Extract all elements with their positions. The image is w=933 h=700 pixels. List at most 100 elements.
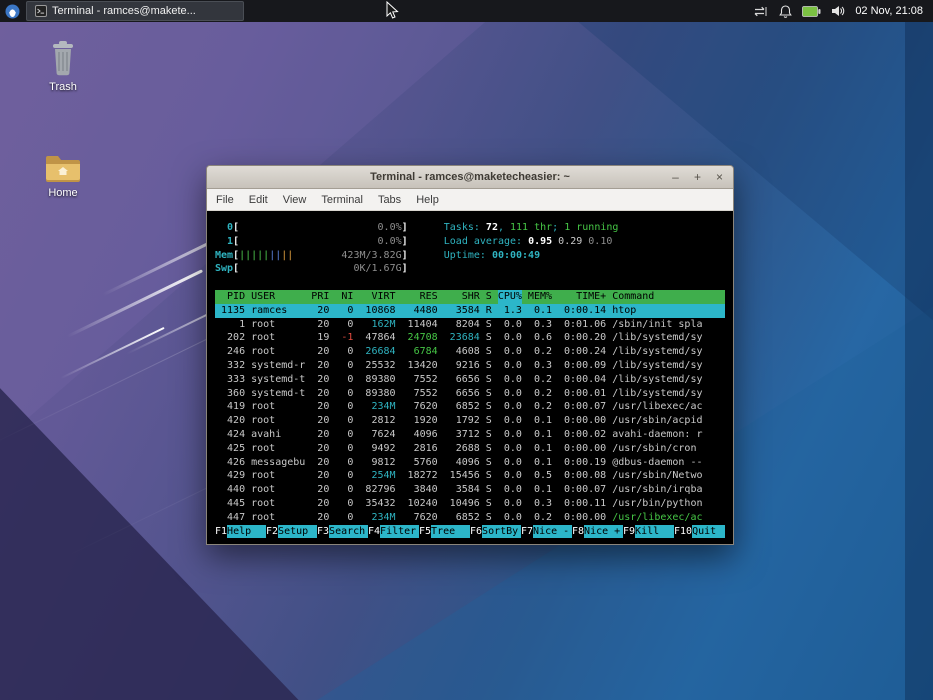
process-row[interactable]: 447root200234M76206852S0.00.20:00.00/usr… bbox=[215, 511, 725, 525]
cell-state: S bbox=[486, 400, 492, 414]
layout-switcher-icon[interactable] bbox=[754, 6, 769, 17]
process-row[interactable]: 1root200162M114048204S0.00.30:01.06/sbin… bbox=[215, 318, 725, 332]
maximize-button[interactable]: + bbox=[691, 171, 704, 184]
fkey-f4[interactable]: F4Filter bbox=[368, 525, 419, 539]
column-pid[interactable]: PID bbox=[215, 290, 245, 304]
menu-tabs[interactable]: Tabs bbox=[378, 194, 401, 206]
cell-pri: 20 bbox=[311, 428, 329, 442]
fkey-f8[interactable]: F8Nice + bbox=[572, 525, 623, 539]
cell-command: /usr/sbin/irqba bbox=[612, 483, 725, 497]
process-row[interactable]: 360systemd-t2008938075526656S0.00.20:00.… bbox=[215, 387, 725, 401]
process-row[interactable]: 426messagebu200981257604096S0.00.10:00.1… bbox=[215, 456, 725, 470]
fkey-f1[interactable]: F1Help bbox=[215, 525, 266, 539]
close-button[interactable]: × bbox=[713, 171, 726, 184]
process-row[interactable]: 332systemd-r20025532134209216S0.00.30:00… bbox=[215, 359, 725, 373]
column-user[interactable]: USER bbox=[251, 290, 305, 304]
fkey-action: Nice - bbox=[533, 525, 572, 539]
process-row[interactable]: 202root19-1478642470823684S0.00.60:00.20… bbox=[215, 331, 725, 345]
column-time[interactable]: TIME+ bbox=[558, 290, 606, 304]
system-tray: 02 Nov, 21:08 bbox=[754, 5, 933, 18]
cell-user: root bbox=[251, 345, 305, 359]
cpu1-value: 0.0% bbox=[378, 235, 402, 249]
process-row[interactable]: 333systemd-t2008938075526656S0.00.20:00.… bbox=[215, 373, 725, 387]
cell-ni: 0 bbox=[335, 511, 353, 525]
cell-res: 7552 bbox=[402, 387, 438, 401]
menu-help[interactable]: Help bbox=[416, 194, 439, 206]
process-row[interactable]: 246root2002668467844608S0.00.20:00.24/li… bbox=[215, 345, 725, 359]
cell-state: S bbox=[486, 428, 492, 442]
menu-terminal[interactable]: Terminal bbox=[321, 194, 363, 206]
applications-menu-button[interactable] bbox=[0, 0, 24, 22]
window-titlebar[interactable]: Terminal - ramces@maketecheasier: ~ – + … bbox=[207, 166, 733, 189]
column-ni[interactable]: NI bbox=[335, 290, 353, 304]
mem-bar-marks: ||||||||| bbox=[239, 249, 293, 263]
menu-file[interactable]: File bbox=[216, 194, 234, 206]
cell-user: root bbox=[251, 400, 305, 414]
fkey-f7[interactable]: F7Nice - bbox=[521, 525, 572, 539]
cell-ni: 0 bbox=[335, 387, 353, 401]
fkey-f3[interactable]: F3Search bbox=[317, 525, 368, 539]
fkey-f9[interactable]: F9Kill bbox=[623, 525, 674, 539]
fkey-action: Kill bbox=[635, 525, 674, 539]
column-s[interactable]: S bbox=[486, 290, 492, 304]
taskbar-window-button[interactable]: Terminal - ramces@makete... bbox=[26, 1, 244, 21]
process-row[interactable]: 425root200949228162688S0.00.10:00.00/usr… bbox=[215, 442, 725, 456]
fkey-f6[interactable]: F6SortBy bbox=[470, 525, 521, 539]
fkey-action: Nice + bbox=[584, 525, 623, 539]
column-command[interactable]: Command bbox=[612, 290, 725, 304]
menu-edit[interactable]: Edit bbox=[249, 194, 268, 206]
fkey-f2[interactable]: F2Setup bbox=[266, 525, 317, 539]
column-pri[interactable]: PRI bbox=[311, 290, 329, 304]
minimize-button[interactable]: – bbox=[669, 171, 682, 184]
text-segment: 111 thr bbox=[510, 222, 552, 233]
cell-time: 0:00.00 bbox=[558, 442, 606, 456]
swp-value: 0K/1.67G bbox=[353, 262, 401, 276]
column-cpu[interactable]: CPU% bbox=[498, 290, 522, 304]
process-row[interactable]: 445root200354321024010496S0.00.30:00.11/… bbox=[215, 497, 725, 511]
meter-mark: || bbox=[281, 250, 293, 261]
fkey-f10[interactable]: F10Quit bbox=[674, 525, 725, 539]
process-row[interactable]: 440root2008279638403584S0.00.10:00.07/us… bbox=[215, 483, 725, 497]
cell-cpu: 0.0 bbox=[498, 359, 522, 373]
cell-shr: 4608 bbox=[444, 345, 480, 359]
fkey-f5[interactable]: F5Tree bbox=[419, 525, 470, 539]
cell-command: /usr/sbin/Netwo bbox=[612, 469, 725, 483]
notification-bell-icon[interactable] bbox=[779, 5, 792, 18]
cell-pri: 20 bbox=[311, 400, 329, 414]
process-row[interactable]: 1135ramces2001086844803584R1.30.10:00.14… bbox=[215, 304, 725, 318]
process-row[interactable]: 420root200281219201792S0.00.10:00.00/usr… bbox=[215, 414, 725, 428]
battery-icon[interactable] bbox=[802, 6, 821, 17]
cell-state: S bbox=[486, 318, 492, 332]
desktop-icon-trash[interactable]: Trash bbox=[24, 40, 102, 93]
menu-view[interactable]: View bbox=[283, 194, 307, 206]
cpu0-value: 0.0% bbox=[378, 221, 402, 235]
text-segment: Tasks: bbox=[444, 222, 486, 233]
cell-pri: 20 bbox=[311, 483, 329, 497]
cell-virt: 35432 bbox=[359, 497, 395, 511]
cell-pid: 426 bbox=[215, 456, 245, 470]
cell-ni: 0 bbox=[335, 469, 353, 483]
cell-res: 13420 bbox=[402, 359, 438, 373]
cell-user: root bbox=[251, 469, 305, 483]
cell-cpu: 0.0 bbox=[498, 387, 522, 401]
column-shr[interactable]: SHR bbox=[444, 290, 480, 304]
volume-icon[interactable] bbox=[831, 5, 845, 17]
trash-label: Trash bbox=[24, 81, 102, 93]
desktop-icon-home[interactable]: Home bbox=[24, 152, 102, 199]
process-list: 1135ramces2001086844803584R1.30.10:00.14… bbox=[215, 304, 725, 525]
cell-state: R bbox=[486, 304, 492, 318]
process-row[interactable]: 429root200254M1827215456S0.00.50:00.08/u… bbox=[215, 469, 725, 483]
process-row[interactable]: 419root200234M76206852S0.00.20:00.07/usr… bbox=[215, 400, 725, 414]
cell-pri: 20 bbox=[311, 442, 329, 456]
column-mem[interactable]: MEM% bbox=[528, 290, 552, 304]
cpu0-meter: 0[0.0%] bbox=[215, 221, 414, 235]
column-virt[interactable]: VIRT bbox=[359, 290, 395, 304]
cell-time: 0:00.08 bbox=[558, 469, 606, 483]
clock[interactable]: 02 Nov, 21:08 bbox=[855, 5, 923, 17]
cell-command: /lib/systemd/sy bbox=[612, 345, 725, 359]
terminal-content[interactable]: 0[0.0%] 1[0.0%] Mem[|||||||||423M/3.82G]… bbox=[207, 211, 733, 544]
mem-label: Mem bbox=[215, 249, 233, 263]
process-row[interactable]: 424avahi200762440963712S0.00.10:00.02ava… bbox=[215, 428, 725, 442]
column-res[interactable]: RES bbox=[402, 290, 438, 304]
cell-time: 0:00.02 bbox=[558, 428, 606, 442]
